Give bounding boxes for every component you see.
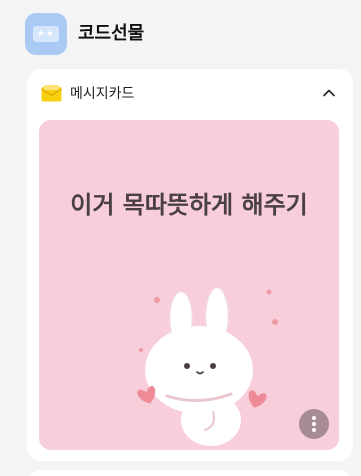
message-text: 이거 목따뜻하게 해주기 <box>70 191 308 219</box>
next-section-card <box>27 470 353 476</box>
page-title: 코드선물 <box>78 23 145 44</box>
ticket-shape: ★★ <box>33 26 59 42</box>
message-card-label: 메시지카드 <box>70 86 135 102</box>
message-card: 이거 목따뜻하게 해주기 <box>39 120 339 450</box>
page-header: ★★ 코드선물 <box>0 0 361 68</box>
bunny-illustration <box>137 287 278 446</box>
more-options-button[interactable] <box>299 409 329 439</box>
message-card-header[interactable]: 메시지카드 <box>27 69 353 119</box>
envelope-icon <box>41 85 62 102</box>
message-card-section: 메시지카드 이거 목따뜻하게 해주기 <box>27 69 353 461</box>
more-vertical-icon <box>312 416 316 420</box>
chevron-up-icon[interactable] <box>321 85 337 101</box>
gift-ticket-icon: ★★ <box>25 13 67 55</box>
